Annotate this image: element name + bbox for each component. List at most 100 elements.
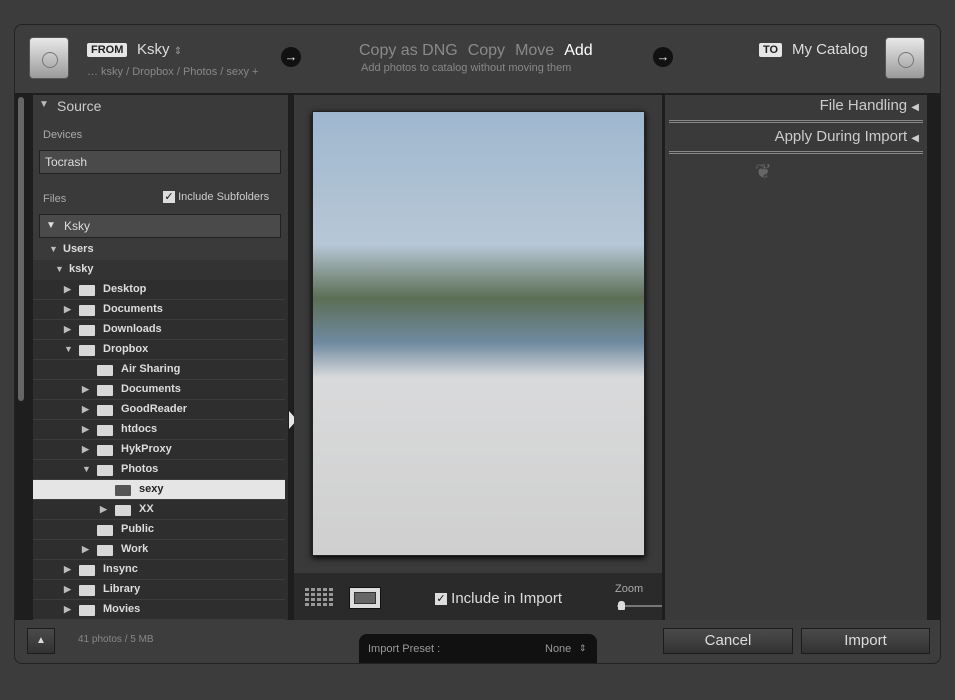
folder-label: Documents <box>103 303 163 315</box>
expand-up-button[interactable]: ▲ <box>27 628 55 654</box>
updown-icon: ⇕ <box>173 46 183 57</box>
grid-view-icon[interactable] <box>305 588 335 608</box>
folder-icon <box>79 325 95 336</box>
cancel-button[interactable]: Cancel <box>663 628 793 654</box>
folder-label: Library <box>103 583 141 595</box>
right-panel <box>665 95 927 620</box>
folder-item[interactable]: ▶ Desktop <box>33 280 285 300</box>
folder-item[interactable]: ▶ Documents <box>33 300 285 320</box>
folder-item[interactable]: ▶ htdocs <box>33 420 285 440</box>
collapsed-icon[interactable]: ▶ <box>64 580 71 599</box>
folder-label: Photos <box>121 463 159 475</box>
folder-label: XX <box>139 503 154 515</box>
collapsed-icon[interactable]: ▶ <box>64 560 71 579</box>
expanded-icon[interactable]: ▼ <box>64 340 73 359</box>
mode-copy-dng[interactable]: Copy as DNG <box>359 42 458 59</box>
folder-icon <box>115 505 131 516</box>
mode-move[interactable]: Move <box>515 42 554 59</box>
folder-item[interactable]: ▶ Documents <box>33 380 285 400</box>
tree-users[interactable]: ▼ Users <box>33 240 288 260</box>
mode-copy[interactable]: Copy <box>468 42 505 59</box>
panel-end-ornament-icon: ❦ <box>755 161 772 183</box>
volume-label: Ksky <box>64 219 91 233</box>
collapsed-icon: ◀ <box>911 133 919 144</box>
collapsed-icon[interactable]: ▶ <box>64 600 71 619</box>
destination-name[interactable]: My Catalog <box>792 41 868 58</box>
folder-item[interactable]: ▶ HykProxy <box>33 440 285 460</box>
destination-drive-icon <box>885 37 925 79</box>
collapsed-icon[interactable]: ▶ <box>64 280 71 299</box>
source-path: … ksky / Dropbox / Photos / sexy + <box>87 66 259 78</box>
folder-item[interactable]: ▶ Work <box>33 540 285 560</box>
user-label: ksky <box>69 263 94 275</box>
collapsed-icon[interactable]: ▶ <box>64 320 71 339</box>
folder-item[interactable]: sexy <box>33 480 285 500</box>
collapsed-icon: ◀ <box>911 102 919 113</box>
collapsed-icon[interactable]: ▶ <box>100 500 107 519</box>
folder-label: Downloads <box>103 323 162 335</box>
folder-label: Desktop <box>103 283 147 295</box>
collapsed-icon[interactable]: ▶ <box>82 420 89 439</box>
left-scrollbar[interactable] <box>18 97 24 401</box>
include-subfolders-label: Include Subfolders <box>178 191 270 203</box>
photo-preview[interactable] <box>312 111 645 556</box>
collapse-icon[interactable]: ▼ <box>39 99 49 110</box>
folder-item[interactable]: ▼ Dropbox <box>33 340 285 360</box>
loupe-view-icon[interactable] <box>349 587 381 609</box>
folder-icon <box>97 425 113 436</box>
photo-count: 41 photos / 5 MB <box>78 634 154 645</box>
folder-item[interactable]: ▶ Downloads <box>33 320 285 340</box>
collapsed-icon[interactable]: ▶ <box>82 400 89 419</box>
folder-item[interactable]: ▶ GoodReader <box>33 400 285 420</box>
file-handling-section[interactable]: File Handling ◀ <box>669 97 923 123</box>
import-button[interactable]: Import <box>801 628 930 654</box>
source-selector[interactable]: Ksky ⇕ <box>137 41 182 58</box>
folder-item[interactable]: ▶ Movies <box>33 600 285 620</box>
device-tocrash[interactable]: Tocrash <box>39 150 281 174</box>
collapsed-icon[interactable]: ▶ <box>82 540 89 559</box>
source-title: Source <box>57 98 102 114</box>
folder-icon <box>97 465 113 476</box>
apply-during-import-section[interactable]: Apply During Import ◀ <box>669 128 923 154</box>
folder-icon <box>97 385 113 396</box>
folder-label: Work <box>121 543 149 555</box>
folder-item[interactable]: ▼ Photos <box>33 460 285 480</box>
zoom-slider-thumb[interactable] <box>618 601 625 610</box>
import-preset-selector[interactable]: Import Preset : None ⇕ <box>359 634 597 663</box>
file-handling-title: File Handling <box>819 97 908 114</box>
folder-icon <box>79 585 95 596</box>
folder-label: Air Sharing <box>121 363 181 375</box>
mode-description: Add photos to catalog without moving the… <box>361 62 572 74</box>
mode-selector: Copy as DNG Copy Move Add <box>359 42 603 60</box>
collapsed-icon[interactable]: ▶ <box>82 380 89 399</box>
folder-item[interactable]: ▶ XX <box>33 500 285 520</box>
from-tag: FROM <box>87 43 128 57</box>
folder-item[interactable]: Air Sharing <box>33 360 285 380</box>
folder-item[interactable]: ▶ Insync <box>33 560 285 580</box>
folder-label: htdocs <box>121 423 158 435</box>
folder-tree: ▶ Desktop ▶ Documents ▶ Downloads ▼ Dropbox Air … <box>33 280 288 620</box>
to-tag: TO <box>759 43 783 57</box>
include-subfolders-checkbox[interactable]: ✓ Include Subfolders <box>163 191 270 204</box>
checkmark-icon: ✓ <box>163 191 175 204</box>
source-name: Ksky <box>137 41 170 58</box>
folder-icon <box>97 545 113 556</box>
folder-icon <box>97 445 113 456</box>
folder-label: sexy <box>139 483 164 495</box>
files-label: Files <box>43 193 67 205</box>
collapsed-icon[interactable]: ▶ <box>82 440 89 459</box>
folder-label: Movies <box>103 603 141 615</box>
volume-ksky[interactable]: ▼ Ksky <box>39 214 281 238</box>
include-in-import-checkbox[interactable]: ✓ Include in Import <box>435 590 562 607</box>
folder-icon <box>79 305 95 316</box>
mode-add[interactable]: Add <box>564 42 592 59</box>
folder-item[interactable]: Public <box>33 520 285 540</box>
folder-icon <box>115 485 131 496</box>
collapsed-icon[interactable]: ▶ <box>64 300 71 319</box>
users-label: Users <box>63 243 94 255</box>
expanded-icon[interactable]: ▼ <box>82 460 91 479</box>
source-drive-icon <box>29 37 69 79</box>
folder-item[interactable]: ▶ Library <box>33 580 285 600</box>
apply-during-import-title: Apply During Import <box>774 128 908 145</box>
tree-ksky[interactable]: ▼ ksky <box>33 260 288 280</box>
